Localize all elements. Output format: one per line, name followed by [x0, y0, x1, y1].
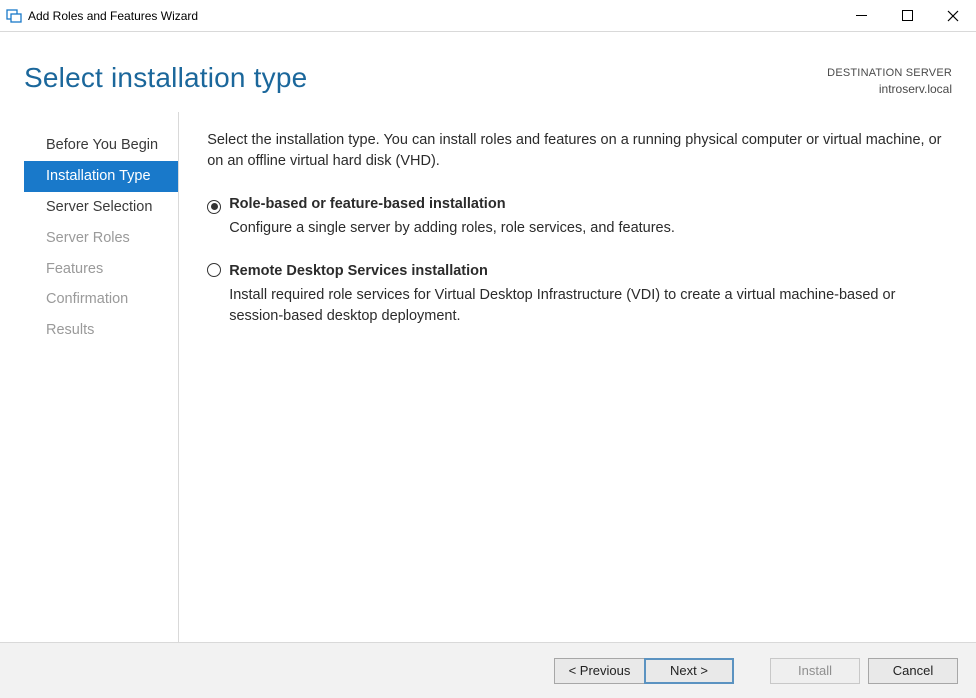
next-button[interactable]: Next > — [644, 658, 734, 684]
step-server-selection[interactable]: Server Selection — [24, 192, 178, 223]
main-content: Select the installation type. You can in… — [179, 112, 952, 642]
step-server-roles: Server Roles — [24, 223, 178, 254]
intro-text: Select the installation type. You can in… — [207, 130, 952, 172]
destination-label: DESTINATION SERVER — [827, 66, 952, 81]
install-button: Install — [770, 658, 860, 684]
titlebar: Add Roles and Features Wizard — [0, 0, 976, 32]
header: Select installation type DESTINATION SER… — [0, 32, 976, 112]
footer: < Previous Next > Install Cancel — [0, 642, 976, 698]
option-rds-title: Remote Desktop Services installation — [229, 261, 952, 282]
option-rds[interactable]: Remote Desktop Services installation Ins… — [207, 261, 952, 327]
previous-button[interactable]: < Previous — [554, 658, 644, 684]
app-icon — [6, 8, 22, 24]
radio-role-based[interactable] — [207, 200, 221, 214]
option-rds-desc: Install required role services for Virtu… — [229, 285, 952, 327]
step-results: Results — [24, 315, 178, 346]
step-installation-type[interactable]: Installation Type — [24, 161, 178, 192]
option-role-based-title: Role-based or feature-based installation — [229, 194, 675, 215]
destination-server: introserv.local — [827, 81, 952, 98]
close-button[interactable] — [930, 0, 976, 31]
wizard-steps-sidebar: Before You Begin Installation Type Serve… — [24, 112, 179, 642]
maximize-button[interactable] — [884, 0, 930, 31]
step-confirmation: Confirmation — [24, 284, 178, 315]
step-before-you-begin[interactable]: Before You Begin — [24, 130, 178, 161]
option-role-based[interactable]: Role-based or feature-based installation… — [207, 194, 952, 239]
page-title: Select installation type — [24, 62, 827, 94]
option-role-based-desc: Configure a single server by adding role… — [229, 218, 675, 239]
step-features: Features — [24, 254, 178, 285]
window-controls — [838, 0, 976, 31]
window-title: Add Roles and Features Wizard — [28, 9, 198, 23]
radio-rds[interactable] — [207, 263, 221, 277]
cancel-button[interactable]: Cancel — [868, 658, 958, 684]
minimize-button[interactable] — [838, 0, 884, 31]
destination-block: DESTINATION SERVER introserv.local — [827, 62, 952, 98]
